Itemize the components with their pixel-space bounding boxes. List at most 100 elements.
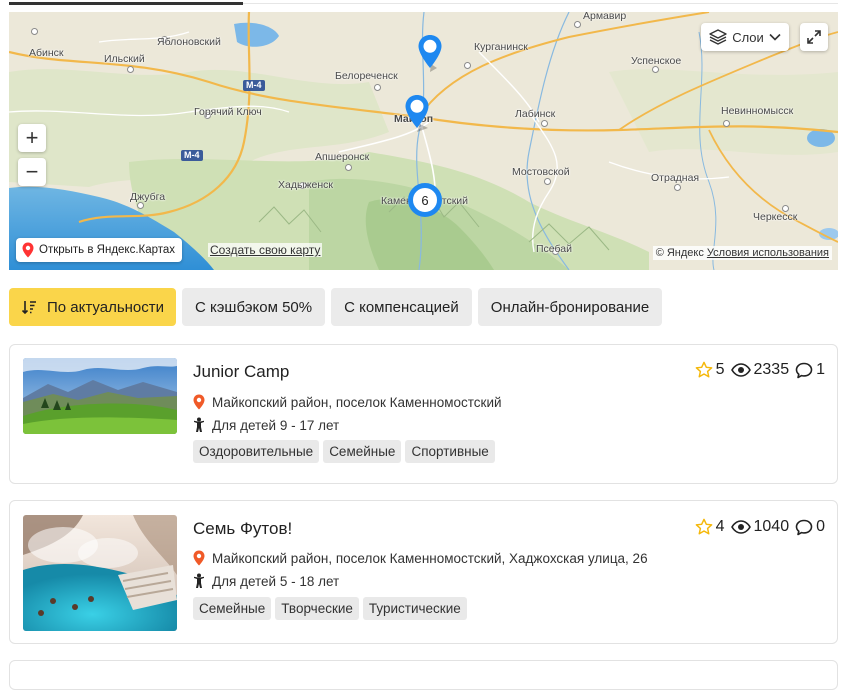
camp-title[interactable]: Junior Camp bbox=[193, 362, 289, 382]
child-icon bbox=[194, 417, 204, 432]
filter-sort-relevance[interactable]: По актуальности bbox=[9, 288, 177, 326]
camp-card[interactable]: Семь Футов! 4 1040 0 Майкопский район, п… bbox=[9, 500, 838, 644]
layers-button[interactable]: Слои bbox=[701, 23, 789, 51]
age-text: Для детей 5 - 18 лет bbox=[212, 573, 340, 589]
city-dot bbox=[374, 84, 381, 91]
filter-cashback[interactable]: С кэшбэком 50% bbox=[182, 288, 326, 326]
camp-address: Майкопский район, поселок Каменномостски… bbox=[193, 394, 502, 410]
city-label: Джубга bbox=[130, 191, 166, 203]
terms-link[interactable]: Условия использования bbox=[707, 247, 829, 259]
comments-value: 1 bbox=[816, 361, 825, 378]
age-text: Для детей 9 - 17 лет bbox=[212, 417, 340, 433]
city-label: Белореченск bbox=[335, 70, 398, 82]
city-label: Апшеронск bbox=[315, 151, 370, 163]
comment-icon bbox=[795, 519, 813, 535]
city-label: Хадыженск bbox=[278, 179, 334, 191]
city-dot bbox=[31, 28, 38, 35]
city-label: Абинск bbox=[29, 47, 64, 59]
tag[interactable]: Семейные bbox=[323, 440, 402, 463]
camp-age: Для детей 5 - 18 лет bbox=[193, 573, 339, 589]
city-dot bbox=[652, 66, 659, 73]
cluster-count: 6 bbox=[421, 192, 429, 208]
views-value: 2335 bbox=[753, 361, 790, 378]
tag[interactable]: Оздоровительные bbox=[193, 440, 320, 463]
city-dot bbox=[345, 164, 352, 171]
city-label: Яблоновский bbox=[157, 36, 221, 48]
camp-photo[interactable] bbox=[23, 515, 177, 631]
tag[interactable]: Спортивные bbox=[405, 440, 495, 463]
camp-card[interactable] bbox=[9, 660, 838, 690]
filter-online-booking[interactable]: Онлайн-бронирование bbox=[477, 288, 663, 326]
child-icon bbox=[194, 573, 204, 588]
filter-compensation[interactable]: С компенсацией bbox=[331, 288, 472, 326]
tag[interactable]: Семейные bbox=[193, 597, 272, 620]
active-tab-underline bbox=[9, 2, 243, 5]
road-badge: M-4 bbox=[243, 80, 265, 91]
city-dot bbox=[137, 202, 144, 209]
camp-card[interactable]: Junior Camp 5 2335 1 Майкопский район, п… bbox=[9, 344, 838, 484]
city-dot bbox=[574, 21, 581, 28]
map[interactable]: Армавир Абинск Ильский Яблоновский Курга… bbox=[9, 12, 838, 270]
camp-photo[interactable] bbox=[23, 358, 177, 434]
address-text: Майкопский район, поселок Каменномостски… bbox=[212, 394, 502, 410]
map-cluster[interactable]: 6 bbox=[408, 183, 442, 217]
camp-stats: 4 1040 0 bbox=[695, 518, 825, 536]
road-badge: M-4 bbox=[181, 150, 203, 161]
camp-address: Майкопский район, поселок Каменномостски… bbox=[193, 550, 648, 566]
minus-icon: − bbox=[25, 159, 39, 184]
map-pin[interactable] bbox=[417, 34, 443, 74]
city-label: Ильский bbox=[104, 53, 145, 65]
chevron-down-icon bbox=[769, 33, 781, 41]
fullscreen-button[interactable] bbox=[800, 23, 828, 51]
location-pin-icon bbox=[193, 550, 205, 566]
city-dot bbox=[541, 120, 548, 127]
star-icon bbox=[695, 361, 712, 378]
mountain-landscape-image bbox=[23, 358, 177, 434]
zoom-in-button[interactable]: + bbox=[18, 124, 46, 152]
city-label: Лабинск bbox=[515, 108, 556, 120]
city-label: Армавир bbox=[583, 12, 627, 22]
city-label: Черкесск bbox=[753, 211, 798, 223]
city-dot bbox=[674, 184, 681, 191]
city-label: Псебай bbox=[536, 243, 572, 255]
location-pin-icon bbox=[193, 394, 205, 410]
open-in-yandex-maps-label: Открыть в Яндекс.Картах bbox=[39, 244, 176, 256]
filter-bar: По актуальности С кэшбэком 50% С компенс… bbox=[9, 288, 663, 326]
city-dot bbox=[544, 178, 551, 185]
plus-icon: + bbox=[25, 125, 39, 150]
yandex-pin-icon bbox=[22, 242, 34, 258]
sort-icon bbox=[21, 301, 36, 315]
city-dot bbox=[723, 120, 730, 127]
tag[interactable]: Туристические bbox=[362, 597, 467, 620]
camp-tags: Оздоровительные Семейные Спортивные bbox=[193, 440, 495, 463]
map-copyright: © Яндекс Условия использования bbox=[652, 246, 832, 260]
camp-age: Для детей 9 - 17 лет bbox=[193, 417, 339, 433]
city-label: Отрадная bbox=[651, 172, 700, 184]
city-label: Курганинск bbox=[474, 41, 528, 53]
open-in-yandex-maps-button[interactable]: Открыть в Яндекс.Картах bbox=[16, 238, 183, 262]
filter-label: По актуальности bbox=[47, 298, 165, 316]
eye-icon bbox=[730, 520, 751, 534]
filter-label: С компенсацией bbox=[344, 298, 459, 316]
views-value: 1040 bbox=[753, 518, 790, 535]
layers-label: Слои bbox=[732, 29, 764, 45]
filter-label: Онлайн-бронирование bbox=[490, 298, 650, 316]
city-dot bbox=[464, 62, 471, 69]
create-map-link[interactable]: Создать свою карту bbox=[208, 243, 323, 257]
camp-title[interactable]: Семь Футов! bbox=[193, 519, 292, 539]
city-label: Мостовской bbox=[512, 166, 570, 178]
layers-icon bbox=[709, 29, 727, 45]
rating-value: 5 bbox=[715, 361, 725, 378]
camp-stats: 5 2335 1 bbox=[695, 361, 825, 379]
tag[interactable]: Творческие bbox=[275, 597, 359, 620]
expand-icon bbox=[807, 30, 821, 44]
city-label: Успенское bbox=[631, 55, 682, 67]
camp-tags: Семейные Творческие Туристические bbox=[193, 597, 467, 620]
city-label: Горячий Ключ bbox=[194, 106, 262, 118]
map-pin[interactable] bbox=[404, 94, 434, 136]
eye-icon bbox=[730, 363, 751, 377]
zoom-out-button[interactable]: − bbox=[18, 158, 46, 186]
copyright-text: © Яндекс bbox=[655, 247, 704, 259]
comments-value: 0 bbox=[816, 518, 825, 535]
city-dot bbox=[127, 66, 134, 73]
